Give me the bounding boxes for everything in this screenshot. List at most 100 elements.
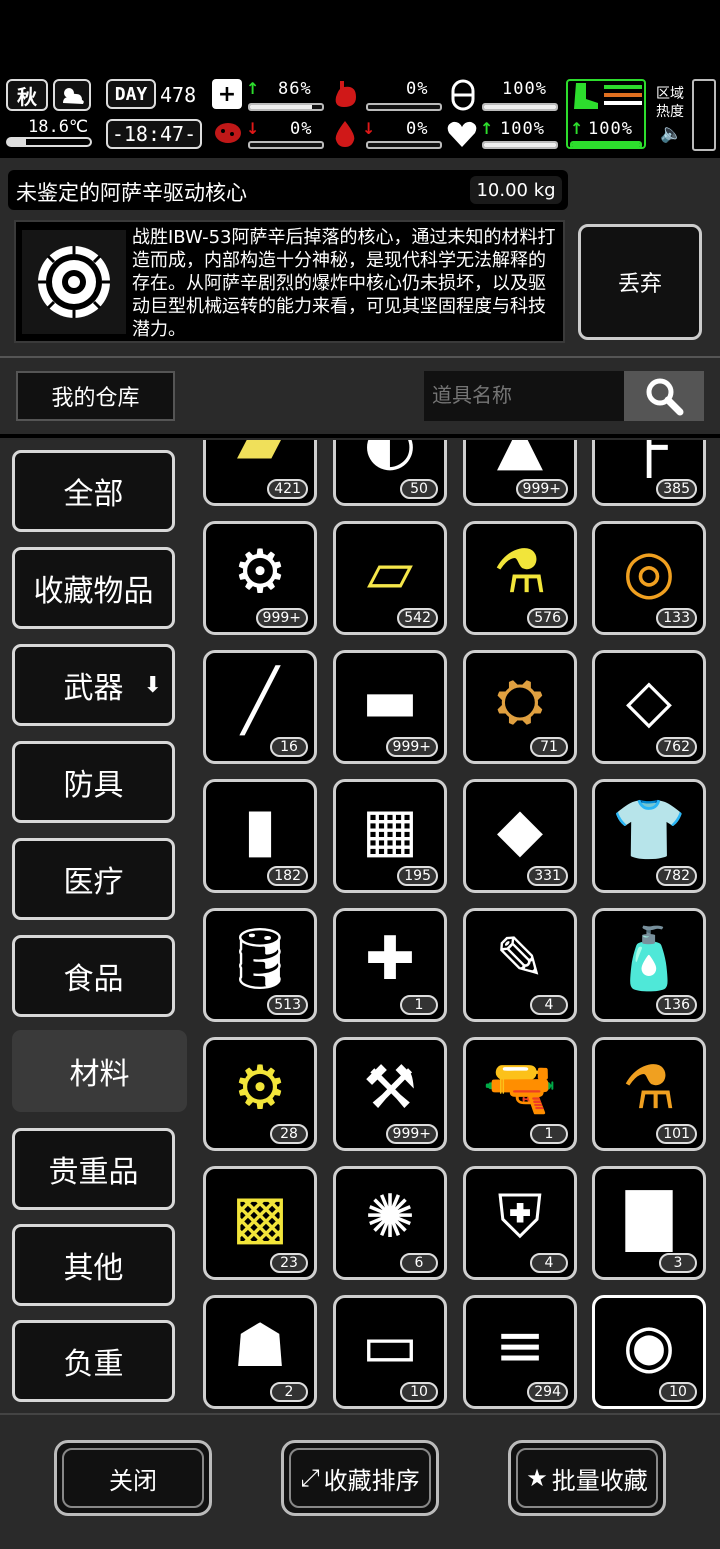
rod-icon: ╱ (241, 665, 279, 736)
inventory-slot[interactable]: ▰ 421 (203, 440, 317, 506)
inventory-slot[interactable]: ◆ 331 (463, 779, 577, 893)
medkit-icon: + (212, 79, 242, 109)
inventory-slot[interactable]: 🧴 136 (592, 908, 706, 1022)
item-count: 101 (656, 1124, 697, 1144)
category-load[interactable]: 负重 (12, 1320, 175, 1402)
mechanism-parts-icon: ⚒ (363, 1052, 417, 1123)
batch-favorite-button[interactable]: ★ 批量收藏 (508, 1440, 666, 1516)
inventory-slot[interactable]: ⚙ 999+ (203, 521, 317, 635)
inventory-slot[interactable]: ◐ 50 (333, 440, 447, 506)
mood-bar (482, 141, 558, 149)
inventory-slot[interactable]: ▮ 182 (203, 779, 317, 893)
category-all[interactable]: 全部 (12, 450, 175, 532)
stamina-bar (570, 141, 642, 149)
inventory-slot[interactable]: ⛭ 71 (463, 650, 577, 764)
inventory-slot[interactable]: ⚙ 28 (203, 1037, 317, 1151)
inventory-slot[interactable]: ◎ 133 (592, 521, 706, 635)
category-label: 负重 (63, 1347, 124, 1382)
inventory-slot[interactable]: ▦ 195 (333, 779, 447, 893)
circuit-board-icon: ▩ (231, 1181, 289, 1252)
inventory-slot[interactable]: ◇ 762 (592, 650, 706, 764)
day-number: 478 (160, 83, 197, 107)
season-text: 秋 (17, 84, 37, 109)
item-count: 421 (267, 479, 308, 499)
inventory-slot[interactable]: 🛢 513 (203, 908, 317, 1022)
pistol-icon: 🔫 (482, 1052, 558, 1123)
boot-icon (570, 81, 600, 111)
star-icon: ★ (526, 1464, 548, 1492)
thermometer-icon (6, 137, 92, 147)
warehouse-title[interactable]: 我的仓库 (16, 371, 175, 421)
item-weight: 10.00 kg (470, 176, 562, 204)
hunger-pct: 0% (406, 79, 429, 99)
health-pct: 86% (278, 79, 312, 99)
category-weapons[interactable]: 武器 ⬇ (12, 644, 175, 726)
inventory-slot[interactable]: ▭ 10 (333, 1295, 447, 1409)
inventory-slot[interactable]: ✺ 6 (333, 1166, 447, 1280)
item-count: 23 (270, 1253, 308, 1273)
divider (0, 356, 720, 358)
inventory-slot[interactable]: 👕 782 (592, 779, 706, 893)
inventory-slot[interactable]: ☗ 2 (203, 1295, 317, 1409)
inventory-slot[interactable]: ▬ 999+ (333, 650, 447, 764)
health-bar (248, 103, 324, 111)
inventory-slot[interactable]: ◉ 10 (592, 1295, 706, 1409)
item-count: 385 (656, 479, 697, 499)
search-bar (424, 371, 704, 421)
category-other[interactable]: 其他 (12, 1224, 175, 1306)
inventory-slot[interactable]: ▲ 999+ (463, 440, 577, 506)
stomach-icon (330, 79, 360, 109)
category-label: 防具 (63, 768, 124, 803)
energy-pct: 100% (502, 79, 547, 99)
inventory-slot[interactable]: ╞ 385 (592, 440, 706, 506)
category-label: 全部 (63, 477, 124, 512)
category-food[interactable]: 食品 (12, 935, 175, 1017)
inventory-slot[interactable]: ▇ 3 (592, 1166, 706, 1280)
category-materials[interactable]: 材料 (12, 1030, 187, 1112)
speaker-icon[interactable]: 🔈 (660, 123, 682, 144)
flask-icon: ⚗ (493, 536, 547, 607)
mood-pct: 100% (500, 119, 545, 139)
inventory-slot[interactable]: ▩ 23 (203, 1166, 317, 1280)
item-count: 782 (656, 866, 697, 886)
item-count: 513 (267, 995, 308, 1015)
inventory-slot[interactable]: ⛨ 4 (463, 1166, 577, 1280)
infection-bar (248, 141, 324, 149)
bricks-icon: ▦ (361, 794, 419, 865)
expand-arrow-icon[interactable]: ⬇ (144, 673, 162, 698)
item-count: 4 (530, 995, 568, 1015)
infection-down-arrow-icon: ↓ (246, 119, 260, 138)
thirst-pct: 0% (406, 119, 429, 139)
discard-button[interactable]: 丢弃 (578, 224, 702, 340)
inventory-slot[interactable]: ✚ 1 (333, 908, 447, 1022)
inventory-slot[interactable]: ✎ 4 (463, 908, 577, 1022)
item-description: 战胜IBW-53阿萨辛后掉落的核心，通过未知的材料打造而成，内部构造十分神秘，是… (132, 227, 556, 340)
search-input[interactable] (424, 371, 624, 421)
inventory-slot[interactable]: ⚗ 101 (592, 1037, 706, 1151)
category-valuables[interactable]: 贵重品 (12, 1128, 175, 1210)
inventory-slot[interactable]: ≡ 294 (463, 1295, 577, 1409)
category-sidebar: 全部 收藏物品 武器 ⬇ 防具 医疗 食品 材料 贵重品 其他 负重 (0, 440, 190, 1415)
sort-favorites-button[interactable]: ⤢ 收藏排序 (281, 1440, 439, 1516)
inventory-slot[interactable]: ▱ 542 (333, 521, 447, 635)
sort-label: 收藏排序 (323, 1466, 420, 1495)
category-armor[interactable]: 防具 (12, 741, 175, 823)
item-count: 195 (397, 866, 438, 886)
item-count: 999+ (515, 479, 568, 499)
item-count: 133 (656, 608, 697, 628)
inventory-slot[interactable]: ⚒ 999+ (333, 1037, 447, 1151)
category-label: 武器 (63, 671, 124, 706)
stamina-up-arrow-icon: ↑ (570, 119, 584, 138)
close-button[interactable]: 关闭 (54, 1440, 212, 1516)
category-favorites[interactable]: 收藏物品 (12, 547, 175, 629)
inventory-slot[interactable]: 🔫 1 (463, 1037, 577, 1151)
inventory-slot[interactable]: ⚗ 576 (463, 521, 577, 635)
thirst-down-arrow-icon: ↓ (362, 119, 376, 138)
electronic-parts-icon: ⚙ (233, 536, 287, 607)
category-medical[interactable]: 医疗 (12, 838, 175, 920)
glass-sheet-icon: ◇ (625, 665, 673, 736)
item-count: 136 (656, 995, 697, 1015)
discard-label: 丢弃 (617, 272, 662, 297)
inventory-slot[interactable]: ╱ 16 (203, 650, 317, 764)
search-icon[interactable] (624, 371, 704, 421)
